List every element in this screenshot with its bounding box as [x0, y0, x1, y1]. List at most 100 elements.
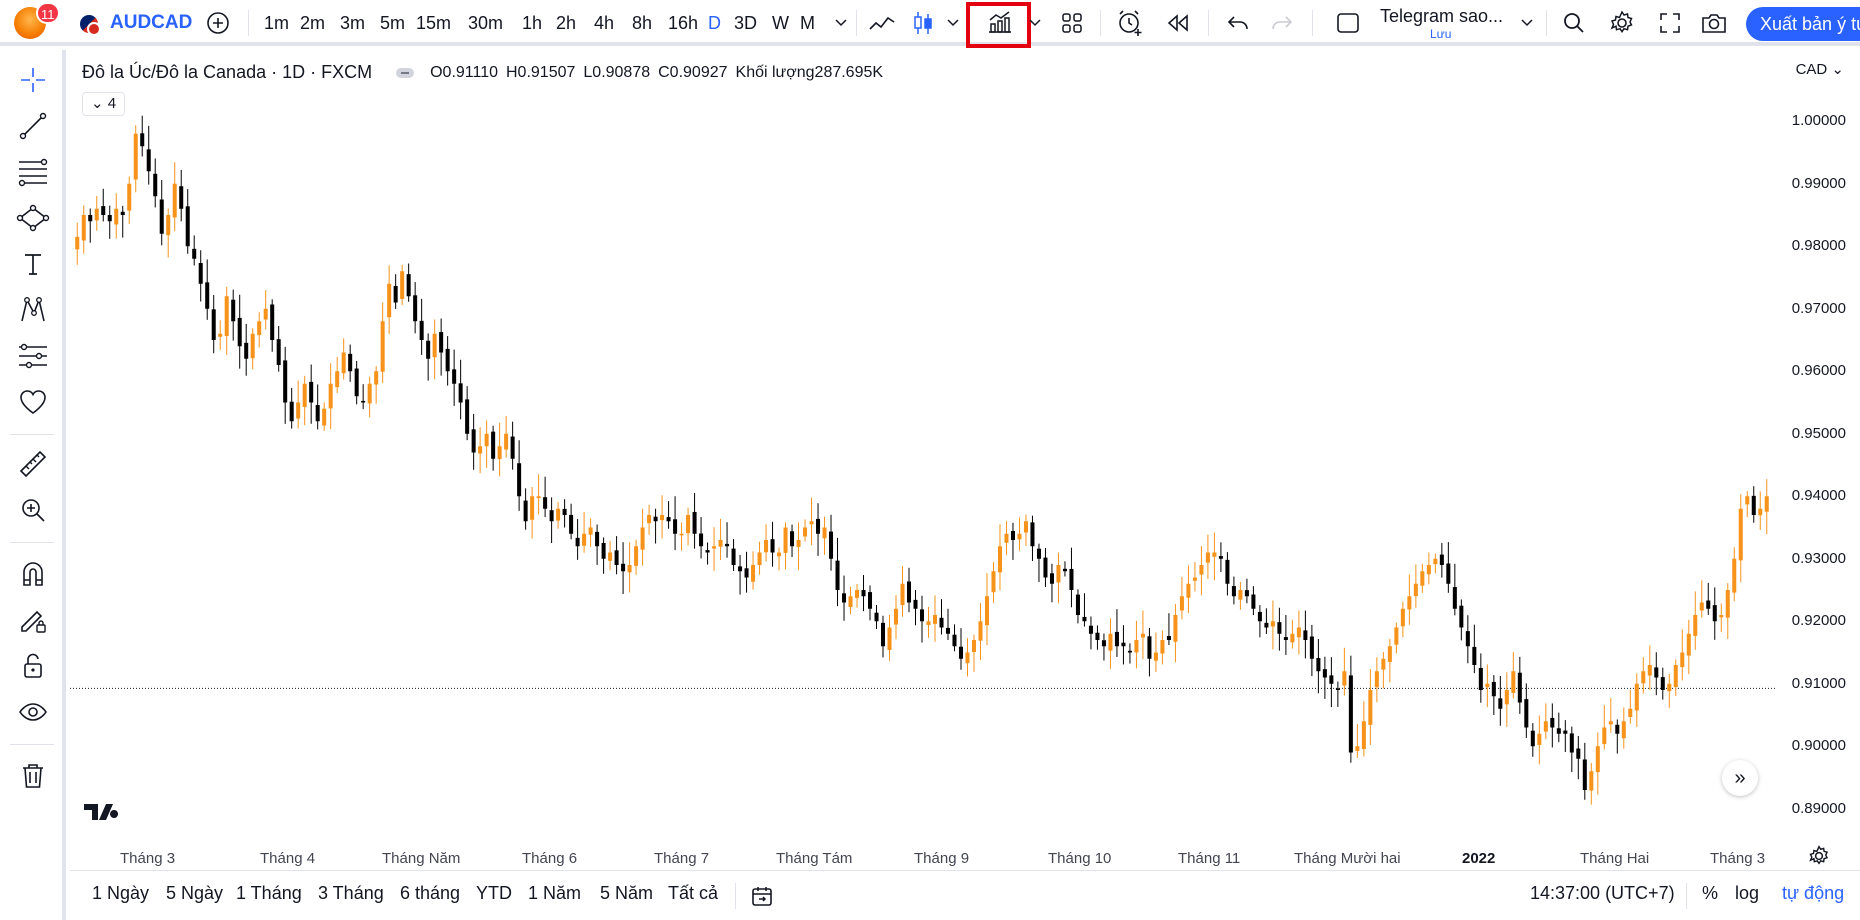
candle-body	[1186, 583, 1191, 598]
timeframe-5m[interactable]: 5m	[380, 0, 405, 46]
timeframe-30m[interactable]: 30m	[468, 0, 503, 46]
chart-type-chevron-down-icon[interactable]	[942, 0, 964, 46]
candle-body	[1537, 733, 1542, 745]
indicators-collapse-button[interactable]: ⌄ 4	[82, 92, 126, 116]
timeframe-2m[interactable]: 2m	[300, 0, 325, 46]
timeframe-3d[interactable]: 3D	[734, 0, 757, 46]
layouts-icon[interactable]	[1054, 0, 1090, 46]
fib-retracement-icon[interactable]	[13, 152, 53, 192]
undo-icon[interactable]	[1218, 0, 1258, 46]
legend-menu-icon[interactable]	[396, 67, 415, 78]
candlestick-chart[interactable]	[70, 50, 1860, 870]
candles-icon[interactable]	[906, 0, 940, 46]
candle-body	[289, 401, 294, 422]
candle-body	[445, 348, 450, 372]
timezone-clock[interactable]: 14:37:00 (UTC+7)	[1530, 883, 1675, 904]
timeframe-15m[interactable]: 15m	[416, 0, 451, 46]
currency-selector[interactable]: CAD ⌄	[1796, 60, 1844, 78]
range-button-4[interactable]: 6 tháng	[400, 883, 460, 904]
tradingview-logo-icon[interactable]	[84, 802, 120, 822]
candle-body	[932, 615, 938, 624]
range-button-7[interactable]: 5 Năm	[600, 883, 653, 904]
magnet-icon[interactable]	[13, 554, 53, 594]
date-range-icon[interactable]	[750, 884, 774, 908]
fullscreen-icon[interactable]	[1652, 0, 1688, 46]
range-button-8[interactable]: Tất cả	[668, 883, 718, 904]
crosshair-icon[interactable]	[13, 60, 53, 100]
redo-icon[interactable]	[1262, 0, 1302, 46]
range-button-3[interactable]: 3 Tháng	[318, 883, 384, 904]
axis-settings-icon[interactable]	[1808, 845, 1830, 867]
candle-body	[1004, 533, 1009, 543]
timeframe-3m[interactable]: 3m	[340, 0, 365, 46]
line-chart-icon[interactable]	[864, 0, 900, 46]
candle-body	[757, 552, 762, 566]
alert-icon[interactable]	[1110, 0, 1150, 46]
legend-symbol-title[interactable]: Đô la Úc/Đô la Canada · 1D · FXCM	[82, 62, 372, 83]
log-scale-toggle[interactable]: log	[1735, 883, 1759, 904]
trash-icon[interactable]	[13, 756, 53, 796]
layout-name[interactable]: Telegram sao...	[1380, 6, 1503, 27]
candle-body	[991, 571, 996, 593]
scroll-to-realtime-button[interactable]: »	[1722, 760, 1758, 796]
candle-body	[1199, 565, 1204, 575]
zoom-in-icon[interactable]	[13, 490, 53, 530]
layout-checkbox-icon[interactable]	[1330, 0, 1366, 46]
candle-body	[809, 521, 814, 525]
range-button-5[interactable]: YTD	[476, 883, 512, 904]
candle-body	[822, 527, 827, 539]
prediction-tool-icon[interactable]	[13, 336, 53, 376]
timeframe-8h[interactable]: 8h	[632, 0, 652, 46]
timeframe-d[interactable]: D	[708, 0, 721, 46]
candle-body	[1108, 633, 1113, 651]
range-button-2[interactable]: 1 Tháng	[236, 883, 302, 904]
candle-body	[1309, 636, 1314, 659]
stay-drawing-mode-icon[interactable]	[13, 600, 53, 640]
ruler-icon[interactable]	[13, 444, 53, 484]
price-axis-label: 0.92000	[1791, 612, 1846, 630]
favorites-heart-icon[interactable]	[13, 382, 53, 422]
auto-scale-toggle[interactable]: tự động	[1782, 883, 1844, 904]
timeframe-16h[interactable]: 16h	[668, 0, 698, 46]
timeframe-1h[interactable]: 1h	[522, 0, 542, 46]
range-button-1[interactable]: 5 Ngày	[166, 883, 223, 904]
settings-icon[interactable]	[1604, 0, 1640, 46]
chart-pane[interactable]: Đô la Úc/Đô la Canada · 1D · FXCM O0.911…	[70, 50, 1860, 870]
candle-body	[1530, 730, 1535, 747]
candle-body	[1205, 552, 1210, 563]
brush-shapes-icon[interactable]	[13, 198, 53, 238]
timeframe-1m[interactable]: 1m	[264, 0, 289, 46]
candle-body	[471, 429, 476, 453]
camera-icon[interactable]	[1696, 0, 1732, 46]
candle-body	[1459, 605, 1464, 628]
candle-body	[1407, 596, 1412, 610]
hide-drawings-eye-icon[interactable]	[13, 692, 53, 732]
timeframe-chevron-down-icon[interactable]	[830, 0, 852, 46]
trend-line-icon[interactable]	[13, 106, 53, 146]
add-symbol-icon[interactable]	[200, 0, 236, 46]
double-chevron-right-icon: »	[1734, 766, 1746, 789]
replay-icon[interactable]	[1158, 0, 1198, 46]
timeframe-4h[interactable]: 4h	[594, 0, 614, 46]
range-button-0[interactable]: 1 Ngày	[92, 883, 149, 904]
timeframe-w[interactable]: W	[772, 0, 789, 46]
indicators-chevron-down-icon[interactable]	[1024, 0, 1046, 46]
candle-body	[1660, 677, 1665, 690]
range-button-6[interactable]: 1 Năm	[528, 883, 581, 904]
candle-body	[1465, 631, 1470, 647]
timeframe-m[interactable]: M	[800, 0, 815, 46]
search-icon[interactable]	[1556, 0, 1592, 46]
divider	[735, 883, 736, 909]
pattern-tool-icon[interactable]	[13, 290, 53, 330]
text-tool-icon[interactable]	[13, 244, 53, 284]
candle-body	[1472, 646, 1477, 665]
layout-chevron-down-icon[interactable]	[1516, 0, 1538, 46]
percent-scale-toggle[interactable]: %	[1702, 883, 1718, 904]
lock-drawings-icon[interactable]	[13, 646, 53, 686]
candle-body	[556, 508, 561, 521]
symbol-search-button[interactable]: AUDCAD	[110, 0, 192, 46]
candle-body	[354, 368, 359, 397]
timeframe-2h[interactable]: 2h	[556, 0, 576, 46]
legend-close: C0.90927	[658, 63, 728, 81]
publish-idea-button[interactable]: Xuất bản ý tưởng	[1746, 7, 1860, 41]
